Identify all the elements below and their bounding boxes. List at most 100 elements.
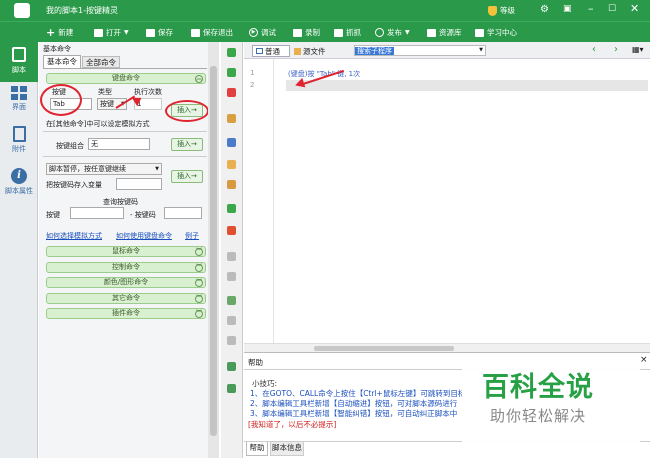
export-icon[interactable] (227, 384, 236, 393)
divider (43, 156, 207, 157)
debug-button[interactable]: ▶ 调试 (249, 22, 276, 43)
skin-icon[interactable]: ▣ (563, 4, 572, 14)
document-icon (12, 126, 26, 142)
line-number: 2 (250, 81, 255, 89)
section-keyboard[interactable]: 键盘命令 ︽ (46, 73, 206, 84)
nav-forward-icon[interactable]: › (614, 44, 618, 55)
capture-icon (334, 28, 343, 37)
tab-source[interactable]: 源文件 (294, 45, 326, 57)
copy-icon[interactable] (227, 160, 236, 169)
maximize-icon[interactable]: ☐ (608, 4, 616, 14)
save-exit-icon (191, 28, 200, 37)
grid-icon (11, 86, 27, 100)
help-title: 帮助 (248, 358, 263, 367)
play-icon: ▶ (249, 28, 258, 37)
code-editor[interactable] (244, 59, 650, 343)
divider (43, 131, 207, 132)
breakpoint-icon[interactable] (227, 138, 236, 147)
arrow-down-icon[interactable] (227, 48, 236, 57)
nav-back-icon[interactable]: ‹ (592, 44, 596, 55)
rail-item-script[interactable]: 脚本 (0, 42, 38, 82)
gear-icon[interactable]: ⚙ (540, 4, 549, 15)
delete-icon[interactable] (227, 88, 236, 97)
section-plugin[interactable]: 插件命令 ︾ (46, 308, 206, 319)
undo-icon[interactable] (227, 252, 236, 261)
arrow-up-icon[interactable] (227, 68, 236, 77)
uncomment-icon[interactable] (227, 226, 236, 235)
tab-script-info[interactable]: 脚本信息 (270, 442, 304, 456)
current-line-highlight (286, 80, 648, 91)
scrollbar-thumb[interactable] (314, 346, 454, 351)
redo-icon[interactable] (227, 272, 236, 281)
tab-all[interactable]: 全部命令 (82, 56, 120, 68)
insert-pause-button[interactable]: 插入→ (171, 170, 203, 183)
watermark: 百科全说 助你轻松解决 (462, 355, 640, 445)
panel-title: 基本命令 (43, 45, 71, 53)
var-input[interactable] (116, 178, 162, 190)
section-control[interactable]: 控制命令 ︾ (46, 262, 206, 273)
learn-button[interactable]: 学习中心 (475, 22, 517, 43)
panel-scrollbar[interactable] (208, 42, 219, 458)
link-keyboard-usage[interactable]: 如何使用键盘命令 (116, 231, 172, 241)
tab-normal[interactable]: 普通 (252, 45, 290, 57)
section-color-graphic[interactable]: 颜色/图形命令 ︾ (46, 277, 206, 288)
rail-item-attachment[interactable]: 附件 (0, 126, 38, 154)
view-menu-icon[interactable]: ▦▾ (632, 45, 644, 54)
open-button[interactable]: 打开 ▼ (94, 22, 129, 43)
goto-icon[interactable] (227, 296, 236, 305)
insert-highlight-circle (165, 100, 209, 122)
learn-icon (475, 28, 484, 37)
insert-combo-button[interactable]: 插入→ (171, 138, 203, 151)
watermark-subtitle: 助你轻松解决 (490, 407, 587, 425)
link-simulation-mode[interactable]: 如何选择模拟方式 (46, 231, 102, 241)
pause-select[interactable]: 脚本暂停，按任意键继续 ▼ (46, 163, 162, 175)
chevron-down-icon: ▼ (124, 29, 129, 36)
tab-underline (43, 68, 207, 69)
query-title: 查询按键码 (103, 198, 138, 206)
replace-icon[interactable] (227, 336, 236, 345)
shield-icon (488, 5, 497, 16)
info-icon: i (11, 168, 27, 184)
store-var-label: 把按键码存入变量 (46, 181, 102, 189)
record-icon (293, 28, 302, 37)
comment-icon[interactable] (227, 204, 236, 213)
new-button[interactable]: + 新建 (46, 22, 73, 43)
chevron-down-icon: ▼ (405, 29, 410, 36)
collapse-icon: ︽ (195, 75, 203, 83)
find-icon[interactable] (227, 316, 236, 325)
resource-button[interactable]: 资源库 (427, 22, 462, 43)
close-icon[interactable]: ✕ (630, 2, 639, 15)
help-close-icon[interactable]: × (640, 355, 648, 365)
rail-item-properties[interactable]: i 脚本属性 (0, 168, 38, 196)
editor-hscrollbar[interactable] (244, 343, 650, 352)
paste-icon[interactable] (227, 180, 236, 189)
bookmark-icon[interactable] (227, 114, 236, 123)
subroutine-select[interactable]: 搜索子程序 ▼ (354, 45, 486, 56)
combo-input[interactable]: 无 (88, 138, 150, 150)
capture-button[interactable]: 抓抓 (334, 22, 361, 43)
tab-basic[interactable]: 基本命令 (43, 55, 81, 68)
query-code-input[interactable] (164, 207, 202, 219)
plus-icon: + (46, 26, 56, 39)
save-exit-button[interactable]: 保存退出 (191, 22, 233, 43)
query-key-input[interactable] (70, 207, 124, 219)
minimize-icon[interactable]: – (588, 2, 594, 15)
save-icon (146, 28, 155, 37)
expand-icon: ︾ (195, 264, 203, 272)
link-example[interactable]: 例子 (185, 231, 199, 241)
editor-icon-rail (221, 42, 243, 458)
scrollbar-thumb[interactable] (210, 66, 217, 436)
rail-item-ui[interactable]: 界面 (0, 86, 38, 112)
user-badge[interactable]: 等级 (488, 4, 515, 17)
key-highlight-circle (40, 84, 82, 116)
image-icon[interactable] (227, 362, 236, 371)
publish-icon (375, 28, 384, 37)
tab-help[interactable]: 帮助 (246, 442, 268, 456)
section-other[interactable]: 其它命令 ︾ (46, 293, 206, 304)
record-button[interactable]: 录制 (293, 22, 320, 43)
dismiss-tip-link[interactable]: [我知道了，以后不必提示] (248, 419, 336, 430)
publish-button[interactable]: 发布 ▼ (375, 22, 410, 43)
type-column-label: 类型 (98, 88, 112, 96)
section-mouse[interactable]: 鼠标命令 ︾ (46, 246, 206, 257)
save-button[interactable]: 保存 (146, 22, 173, 43)
